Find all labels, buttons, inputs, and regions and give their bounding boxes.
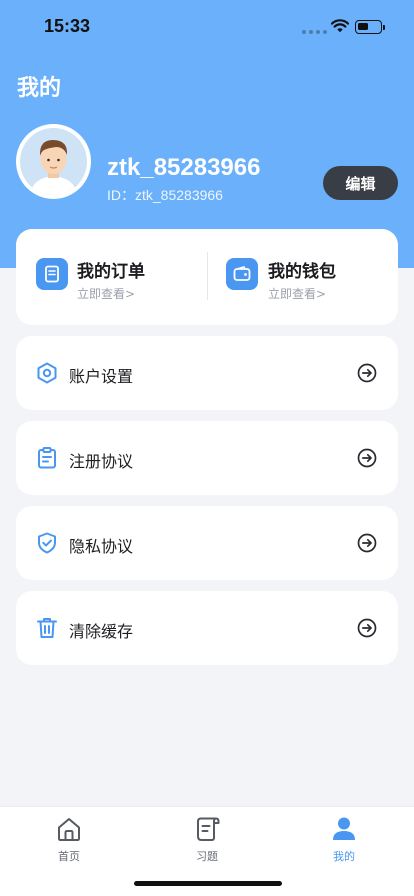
quick-actions-card: 我的订单 立即查看> 我的钱包 立即查看> [16, 229, 398, 325]
menu-item-registration-agreement[interactable]: 注册协议 [16, 421, 398, 495]
status-bar: 15:33 [0, 0, 414, 56]
menu-label: 清除缓存 [69, 622, 134, 641]
my-wallet-button[interactable]: 我的钱包 立即查看> [208, 229, 378, 325]
tab-label: 习题 [196, 850, 218, 863]
arrow-right-circle-icon [357, 533, 377, 553]
menu-item-clear-cache[interactable]: 清除缓存 [16, 591, 398, 665]
arrow-right-circle-icon [357, 618, 377, 638]
avatar[interactable] [16, 124, 91, 199]
signal-dots-icon [302, 30, 327, 34]
tab-label: 首页 [58, 850, 80, 863]
scroll-icon [197, 817, 220, 841]
wifi-icon [331, 19, 349, 33]
username: ztk_85283966 [107, 154, 261, 181]
hexagon-settings-icon [37, 362, 57, 384]
tab-profile[interactable]: 我的 [304, 815, 384, 867]
user-icon [333, 817, 355, 840]
my-wallet-title: 我的钱包 [268, 262, 336, 282]
user-id: ID：ztk_85283966 [107, 187, 223, 203]
shield-check-icon [38, 532, 56, 554]
menu-label: 注册协议 [69, 452, 134, 471]
tab-home[interactable]: 首页 [29, 815, 109, 867]
avatar-image [20, 128, 87, 195]
my-orders-button[interactable]: 我的订单 立即查看> [16, 229, 186, 325]
my-orders-title: 我的订单 [77, 262, 145, 282]
menu-item-privacy-agreement[interactable]: 隐私协议 [16, 506, 398, 580]
home-indicator [134, 881, 282, 886]
my-orders-subtitle: 立即查看> [77, 287, 136, 301]
wallet-icon [226, 258, 258, 290]
page-title: 我的 [17, 76, 62, 101]
clipboard-icon [38, 447, 56, 469]
tab-exercises[interactable]: 习题 [167, 815, 247, 867]
my-wallet-subtitle: 立即查看> [268, 287, 327, 301]
tab-label: 我的 [333, 850, 355, 863]
arrow-right-circle-icon [357, 448, 377, 468]
menu-label: 账户设置 [69, 367, 134, 386]
battery-icon [355, 20, 385, 34]
order-icon [36, 258, 68, 290]
arrow-right-circle-icon [357, 363, 377, 383]
home-icon [58, 818, 80, 841]
menu-label: 隐私协议 [69, 537, 134, 556]
trash-icon [37, 618, 57, 638]
status-time: 15:33 [44, 16, 91, 36]
edit-profile-button[interactable]: 编辑 [323, 166, 398, 200]
menu-item-account-settings[interactable]: 账户设置 [16, 336, 398, 410]
